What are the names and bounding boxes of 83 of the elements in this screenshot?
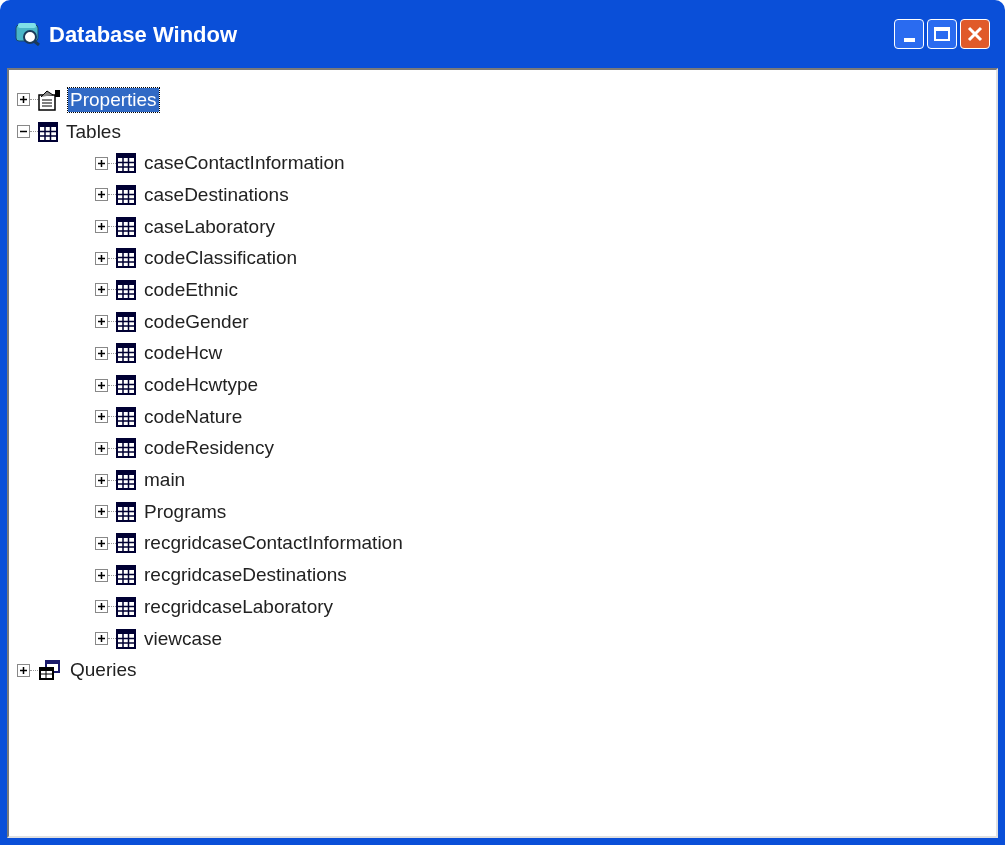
expander[interactable] bbox=[95, 220, 108, 234]
maximize-button[interactable] bbox=[927, 19, 957, 49]
close-button[interactable] bbox=[960, 19, 990, 49]
table-icon bbox=[116, 343, 136, 364]
table-icon bbox=[116, 596, 136, 617]
expander[interactable] bbox=[95, 536, 108, 550]
expander[interactable] bbox=[95, 156, 108, 170]
expander[interactable] bbox=[95, 346, 108, 360]
expander[interactable] bbox=[95, 410, 108, 424]
expander[interactable] bbox=[95, 251, 108, 265]
tree-item[interactable]: recgridcaseLaboratory bbox=[142, 594, 336, 619]
expander[interactable] bbox=[17, 663, 30, 677]
tree-item[interactable]: codeHcw bbox=[142, 341, 225, 366]
table-icon bbox=[116, 533, 136, 554]
table-icon bbox=[116, 248, 136, 269]
database-icon bbox=[15, 22, 41, 46]
plus-icon bbox=[97, 317, 106, 327]
plus-icon bbox=[97, 602, 106, 612]
table-icon bbox=[116, 470, 136, 491]
plus-icon bbox=[19, 95, 28, 105]
tree-item[interactable]: codeHcwtype bbox=[142, 373, 261, 398]
expander[interactable] bbox=[95, 283, 108, 297]
table-icon bbox=[38, 121, 58, 142]
plus-icon bbox=[97, 634, 106, 644]
table-icon bbox=[116, 375, 136, 396]
plus-icon bbox=[97, 285, 106, 295]
plus-icon bbox=[97, 507, 106, 517]
plus-icon bbox=[97, 222, 106, 232]
window-title: Database Window bbox=[49, 20, 238, 49]
tree-item[interactable]: codeNature bbox=[142, 404, 245, 429]
tree-item[interactable]: Properties bbox=[68, 87, 159, 112]
table-icon bbox=[116, 184, 136, 205]
table-icon bbox=[116, 406, 136, 427]
close-icon bbox=[967, 26, 983, 42]
expander[interactable] bbox=[95, 441, 108, 455]
tree-item[interactable]: caseDestinations bbox=[142, 182, 291, 207]
plus-icon bbox=[19, 665, 28, 675]
properties-icon bbox=[38, 88, 62, 111]
tree-item[interactable]: viewcase bbox=[142, 626, 225, 651]
plus-icon bbox=[97, 190, 106, 200]
tree-item[interactable]: codeResidency bbox=[142, 436, 276, 461]
expander[interactable] bbox=[95, 600, 108, 614]
maximize-icon bbox=[934, 27, 950, 41]
tree-item[interactable]: Programs bbox=[142, 499, 229, 524]
expander[interactable] bbox=[95, 568, 108, 582]
tree-item[interactable]: codeEthnic bbox=[142, 277, 240, 302]
plus-icon bbox=[97, 443, 106, 453]
tree-item[interactable]: recgridcaseDestinations bbox=[142, 563, 349, 588]
expander[interactable] bbox=[95, 188, 108, 202]
tree-item[interactable]: codeGender bbox=[142, 309, 251, 334]
tree-item[interactable]: recgridcaseContactInformation bbox=[142, 531, 405, 556]
tree-item[interactable]: Queries bbox=[68, 658, 139, 683]
minimize-button[interactable] bbox=[894, 19, 924, 49]
expander[interactable] bbox=[17, 93, 30, 107]
expander[interactable] bbox=[95, 505, 108, 519]
plus-icon bbox=[97, 253, 106, 263]
expander[interactable] bbox=[95, 473, 108, 487]
table-icon bbox=[116, 501, 136, 522]
plus-icon bbox=[97, 158, 106, 168]
expander[interactable] bbox=[95, 378, 108, 392]
table-icon bbox=[116, 628, 136, 649]
expander[interactable] bbox=[95, 632, 108, 646]
plus-icon bbox=[97, 412, 106, 422]
tree-item[interactable]: Tables bbox=[64, 119, 123, 144]
table-icon bbox=[116, 565, 136, 586]
table-icon bbox=[116, 279, 136, 300]
plus-icon bbox=[97, 475, 106, 485]
tree-item[interactable]: caseContactInformation bbox=[142, 151, 347, 176]
table-icon bbox=[116, 153, 136, 174]
tree-item[interactable]: caseLaboratory bbox=[142, 214, 277, 239]
plus-icon bbox=[97, 570, 106, 580]
expander[interactable] bbox=[95, 315, 108, 329]
table-icon bbox=[116, 311, 136, 332]
plus-icon bbox=[97, 380, 106, 390]
expander[interactable] bbox=[17, 125, 30, 139]
plus-icon bbox=[97, 348, 106, 358]
query-icon bbox=[38, 659, 62, 682]
tree-item[interactable]: main bbox=[142, 468, 188, 493]
table-icon bbox=[116, 438, 136, 459]
minimize-icon bbox=[903, 38, 915, 42]
plus-icon bbox=[97, 538, 106, 548]
tree-item[interactable]: codeClassification bbox=[142, 246, 300, 271]
table-icon bbox=[116, 216, 136, 237]
